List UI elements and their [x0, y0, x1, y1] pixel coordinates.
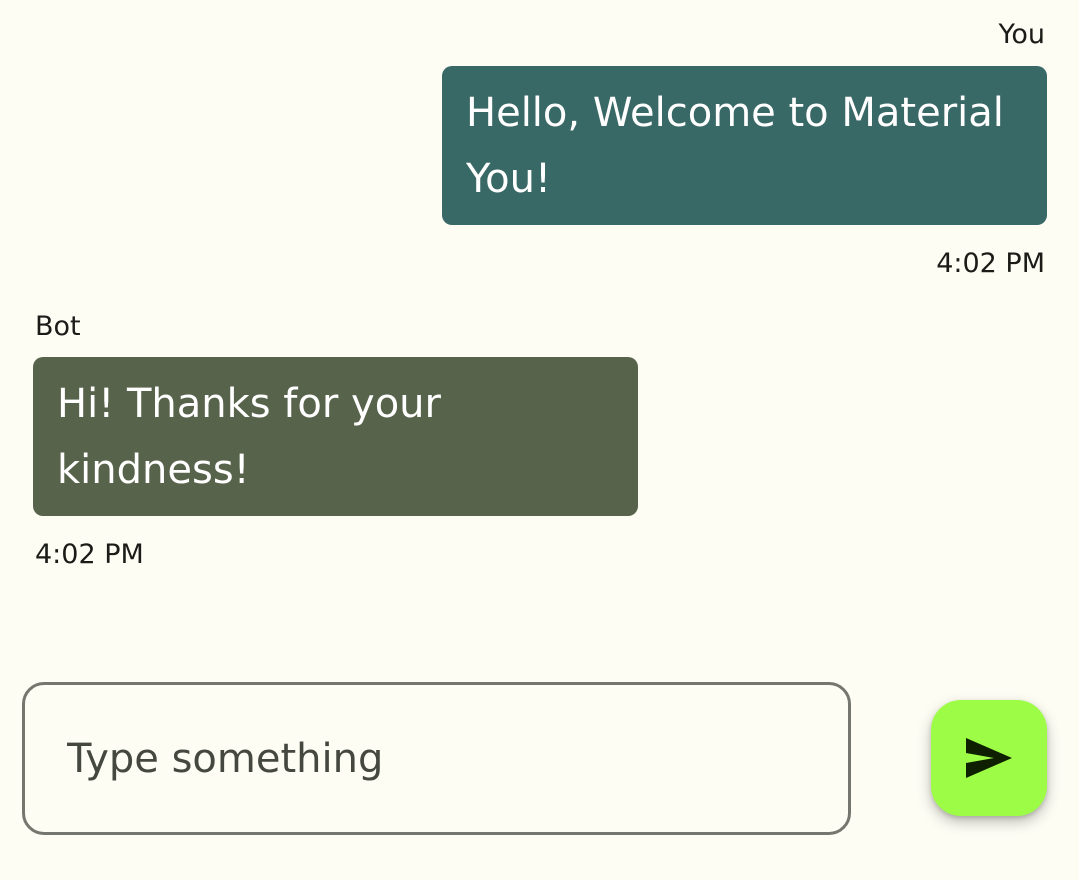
message-bubble-bot: Hi! Thanks for your kindness! — [33, 357, 638, 516]
message-sender-you: You — [998, 19, 1045, 50]
send-button[interactable] — [931, 700, 1047, 816]
message-input-box — [22, 682, 851, 835]
send-icon — [966, 738, 1012, 778]
message-time-you: 4:02 PM — [936, 248, 1045, 279]
message-text-bot: Hi! Thanks for your kindness! — [57, 381, 454, 493]
message-text-you: Hello, Welcome to Material You! — [466, 90, 1017, 202]
message-sender-bot: Bot — [35, 311, 81, 342]
message-time-bot: 4:02 PM — [35, 539, 144, 570]
message-bubble-you: Hello, Welcome to Material You! — [442, 66, 1047, 225]
message-input[interactable] — [67, 685, 807, 832]
